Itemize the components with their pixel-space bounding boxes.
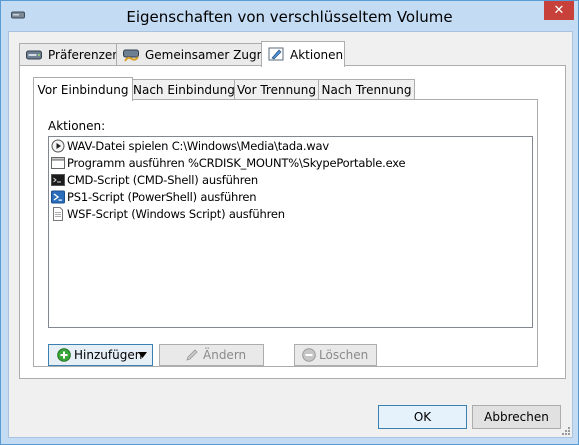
tab-label: Nach Einbindung bbox=[133, 83, 235, 97]
actions-list[interactable]: WAV-Datei spielen C:\Windows\Media\tada.… bbox=[48, 136, 533, 328]
add-label: Hinzufügen bbox=[74, 348, 143, 362]
dialog-client: Präferenzen Gemeinsamer Zugriff Aktionen… bbox=[8, 31, 573, 438]
pencil-icon bbox=[186, 349, 198, 361]
cmd-console-icon bbox=[51, 174, 65, 186]
list-item-text: Programm ausführen %CRDISK_MOUNT%\SkypeP… bbox=[67, 156, 406, 170]
resize-grip-icon[interactable] bbox=[560, 425, 570, 435]
list-item-text: PS1-Script (PowerShell) ausführen bbox=[67, 190, 257, 204]
tab-label: Nach Trennung bbox=[321, 83, 412, 97]
actions-label: Aktionen: bbox=[48, 119, 106, 133]
shared-drive-icon bbox=[123, 49, 139, 62]
tab-nach-einbindung[interactable]: Nach Einbindung bbox=[132, 79, 235, 100]
cancel-label: Abbrechen bbox=[484, 410, 549, 424]
tab-label: Aktionen bbox=[290, 48, 344, 62]
list-item[interactable]: PS1-Script (PowerShell) ausführen bbox=[49, 189, 529, 206]
actions-icon bbox=[268, 47, 284, 61]
tab-aktionen[interactable]: Aktionen bbox=[261, 41, 345, 67]
tab-vor-einbindung[interactable]: Vor Einbindung bbox=[33, 77, 133, 101]
ok-label: OK bbox=[413, 410, 432, 424]
chevron-down-icon bbox=[138, 352, 147, 358]
list-item[interactable]: WSF-Script (Windows Script) ausführen bbox=[49, 206, 529, 223]
ok-button[interactable]: OK bbox=[378, 405, 467, 429]
list-item-text: CMD-Script (CMD-Shell) ausführen bbox=[67, 173, 258, 187]
window-title: Eigenschaften von verschlüsseltem Volume bbox=[126, 8, 453, 26]
play-sound-icon bbox=[51, 139, 65, 153]
cancel-button[interactable]: Abbrechen bbox=[472, 405, 561, 429]
dialog-window: Eigenschaften von verschlüsseltem Volume… bbox=[0, 0, 579, 445]
edit-button[interactable]: Ändern bbox=[159, 344, 264, 366]
delete-icon bbox=[302, 348, 316, 362]
list-item-text: WSF-Script (Windows Script) ausführen bbox=[67, 207, 285, 221]
delete-label: Löschen bbox=[319, 348, 369, 362]
tab-nach-trennung[interactable]: Nach Trennung bbox=[318, 79, 415, 100]
tab-vor-trennung[interactable]: Vor Trennung bbox=[234, 79, 319, 100]
tab-label: Präferenzen bbox=[48, 48, 120, 62]
tab-gemeinsamer-zugriff[interactable]: Gemeinsamer Zugriff bbox=[116, 43, 273, 66]
tab-label: Gemeinsamer Zugriff bbox=[145, 48, 274, 62]
drive-icon bbox=[26, 50, 42, 60]
close-button[interactable]: ✕ bbox=[544, 1, 574, 20]
list-item[interactable]: CMD-Script (CMD-Shell) ausführen bbox=[49, 172, 529, 189]
title-bar[interactable]: Eigenschaften von verschlüsseltem Volume… bbox=[1, 1, 578, 31]
script-document-icon bbox=[53, 207, 63, 221]
list-item-text: WAV-Datei spielen C:\Windows\Media\tada.… bbox=[67, 139, 329, 153]
list-item[interactable]: WAV-Datei spielen C:\Windows\Media\tada.… bbox=[49, 138, 529, 155]
tab-label: Vor Trennung bbox=[236, 83, 317, 97]
add-button[interactable]: Hinzufügen bbox=[48, 344, 153, 366]
powershell-icon bbox=[51, 190, 65, 204]
program-window-icon bbox=[51, 157, 65, 169]
delete-button[interactable]: Löschen bbox=[294, 344, 377, 366]
add-icon bbox=[57, 348, 71, 362]
tab-praeferenzen[interactable]: Präferenzen bbox=[19, 43, 120, 66]
edit-label: Ändern bbox=[203, 348, 247, 362]
list-item[interactable]: Programm ausführen %CRDISK_MOUNT%\SkypeP… bbox=[49, 155, 529, 172]
tab-label: Vor Einbindung bbox=[37, 83, 129, 97]
